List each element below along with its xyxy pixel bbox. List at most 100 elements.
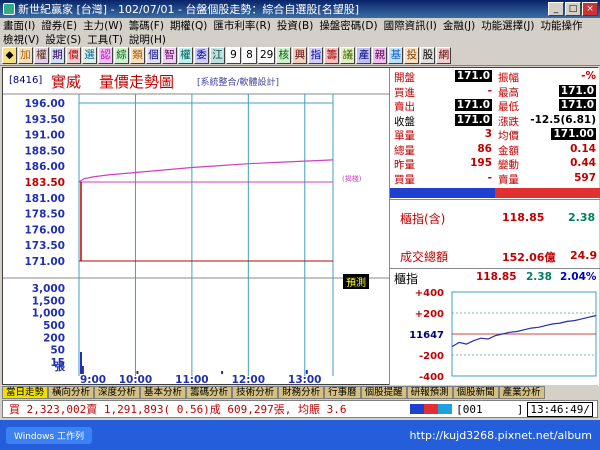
- toolbar-button[interactable]: 9: [226, 47, 241, 64]
- menu-item[interactable]: 證券(E): [38, 18, 80, 32]
- menu-item[interactable]: 功能操作: [537, 18, 585, 32]
- quote-value: 171.0: [558, 99, 596, 111]
- tab-6[interactable]: 技術分析: [232, 385, 279, 399]
- price-tick-label: 176.00: [24, 224, 65, 236]
- quote-value: -%: [581, 70, 596, 82]
- quote-value: 3: [484, 128, 492, 140]
- toolbar-button[interactable]: 8: [242, 47, 257, 64]
- toolbar-button[interactable]: 籌: [324, 47, 340, 64]
- menu-item[interactable]: 畫面(I): [0, 18, 38, 32]
- main-area: [8416] 實威 量價走勢圖 [系統整合/軟體設計] 196.00 193.50…: [2, 67, 600, 386]
- turnover-change: 24.9: [570, 249, 598, 262]
- toolbar-button[interactable]: 認: [98, 47, 113, 64]
- toolbar-button[interactable]: 股: [420, 47, 436, 64]
- toolbar-button[interactable]: 綜: [114, 47, 129, 64]
- price-tick-label: 186.00: [24, 161, 65, 173]
- turnover-label: 成交總額: [400, 250, 449, 264]
- price-tick-label: 178.50: [24, 209, 65, 221]
- mini-tick-label: -200: [419, 351, 444, 362]
- mini-tick-label: 11647: [409, 330, 444, 341]
- menu-item[interactable]: 籌碼(F): [126, 18, 167, 32]
- mini-index-pct: 2.04%: [560, 271, 597, 283]
- toolbar-button[interactable]: 議: [340, 47, 356, 64]
- toolbar-button[interactable]: 價: [66, 47, 81, 64]
- tab-8[interactable]: 行事曆: [324, 385, 361, 399]
- quote-row: 單量 3 均價 171.00: [394, 128, 596, 142]
- volume-tick-label: 50: [50, 345, 65, 357]
- mini-index-value: 118.85: [476, 271, 517, 283]
- volume-tick-label: 500: [43, 320, 65, 332]
- tab-12[interactable]: 產業分析: [498, 385, 545, 399]
- tab-7[interactable]: 財務分析: [278, 385, 325, 399]
- quote-label: 賣量: [498, 173, 519, 186]
- toolbar-button[interactable]: 期: [50, 47, 65, 64]
- toolbar-button[interactable]: ◆: [2, 47, 17, 64]
- quote-value: 171.0: [558, 84, 596, 97]
- quote-label: 變動: [498, 159, 519, 171]
- toolbar-button[interactable]: 基: [388, 47, 404, 64]
- toolbar-button[interactable]: 產: [356, 47, 372, 64]
- menu-item[interactable]: 工具(T): [84, 32, 126, 46]
- quote-value: 171.0: [454, 70, 492, 82]
- quote-value: 171.0: [454, 113, 492, 126]
- toolbar-button[interactable]: 網: [436, 47, 452, 64]
- menu-item[interactable]: 檢視(V): [0, 32, 42, 46]
- tab-5[interactable]: 籌碼分析: [186, 385, 233, 399]
- index-label: 櫃指(含): [400, 212, 446, 226]
- menu-item[interactable]: 金融(J): [440, 18, 478, 32]
- volume-tick-label: 200: [43, 332, 65, 344]
- toolbar-button[interactable]: 智: [162, 47, 177, 64]
- quote-value: 171.00: [551, 128, 596, 140]
- taskbar-item[interactable]: Windows 工作列: [6, 426, 93, 444]
- menu-item[interactable]: 操盤密碼(D): [316, 18, 380, 32]
- price-tick-label: 171.00: [24, 256, 65, 268]
- maximize-button[interactable]: □: [565, 2, 581, 16]
- volume-tick-label: 1,000: [32, 308, 65, 320]
- toolbar-button[interactable]: 親: [372, 47, 388, 64]
- menu-item[interactable]: 投資(B): [274, 18, 316, 32]
- menu-bar-secondary: 檢視(V) 設定(S) 工具(T) 說明(H): [0, 32, 600, 46]
- minimize-button[interactable]: _: [548, 2, 564, 16]
- chart-svg: 196.00 193.50 191.00 188.50 186.00 183.50 181.…: [3, 93, 389, 386]
- toolbar-button[interactable]: 選: [82, 47, 97, 64]
- tab-3[interactable]: 深度分析: [94, 385, 141, 399]
- toolbar-button[interactable]: 核: [276, 47, 292, 64]
- turnover-value: 152.06億: [502, 251, 556, 264]
- tab-1[interactable]: 當日走勢: [2, 385, 49, 399]
- mini-tick-label: +200: [415, 309, 444, 320]
- bid-ask-bar: [390, 188, 600, 198]
- menu-item[interactable]: 主力(W): [80, 18, 126, 32]
- quote-row: 買量 - 賣量 597: [394, 172, 596, 186]
- title-bar: 新世紀贏家 [台灣] - 102/07/01 - 台盤個股走勢：綜合自選股[名望…: [0, 0, 600, 18]
- toolbar-button[interactable]: 投: [404, 47, 420, 64]
- quote-value: -12.5(6.81): [530, 113, 596, 126]
- tab-bar: 當日走勢 橫向分析 深度分析 基本分析 籌碼分析 技術分析 財務分析 行事曆 個股提醒 研報預測個…: [2, 385, 598, 399]
- toolbar-button[interactable]: 個: [146, 47, 161, 64]
- toolbar-button[interactable]: 權: [178, 47, 193, 64]
- toolbar-button[interactable]: 指: [308, 47, 324, 64]
- menu-item[interactable]: 功能選擇(J): [478, 18, 537, 32]
- menu-item[interactable]: 匯市利率(R): [210, 18, 274, 32]
- window-title: 新世紀贏家 [台灣] - 102/07/01 - 台盤個股走勢：綜合自選股[名望…: [18, 3, 359, 16]
- tab-10[interactable]: 研報預測: [406, 385, 453, 399]
- toolbar-button[interactable]: 類: [130, 47, 145, 64]
- tab-2[interactable]: 橫向分析: [48, 385, 95, 399]
- menu-item[interactable]: 期權(Q): [167, 18, 210, 32]
- tab-4[interactable]: 基本分析: [140, 385, 187, 399]
- menu-item[interactable]: 國際資訊(I): [381, 18, 440, 32]
- tab-11[interactable]: 個股新聞: [452, 385, 499, 399]
- price-volume-chart-panel: [8416] 實威 量價走勢圖 [系統整合/軟體設計] 196.00 193.50…: [3, 68, 389, 386]
- close-button[interactable]: ×: [582, 2, 598, 16]
- toolbar-button[interactable]: 委: [194, 47, 209, 64]
- price-tick-label: 188.50: [24, 145, 65, 157]
- code-input[interactable]: 001: [463, 403, 517, 416]
- tab-9[interactable]: 個股提醒: [360, 385, 407, 399]
- toolbar-button[interactable]: 29: [258, 47, 276, 64]
- menu-item[interactable]: 設定(S): [42, 32, 84, 46]
- toolbar-button[interactable]: 加: [18, 47, 33, 64]
- toolbar-button[interactable]: 江: [210, 47, 225, 64]
- toolbar-button[interactable]: 興: [292, 47, 308, 64]
- menu-item[interactable]: 說明(H): [126, 32, 169, 46]
- toolbar-button[interactable]: 權: [34, 47, 49, 64]
- forecast-button[interactable]: 預測: [343, 274, 369, 289]
